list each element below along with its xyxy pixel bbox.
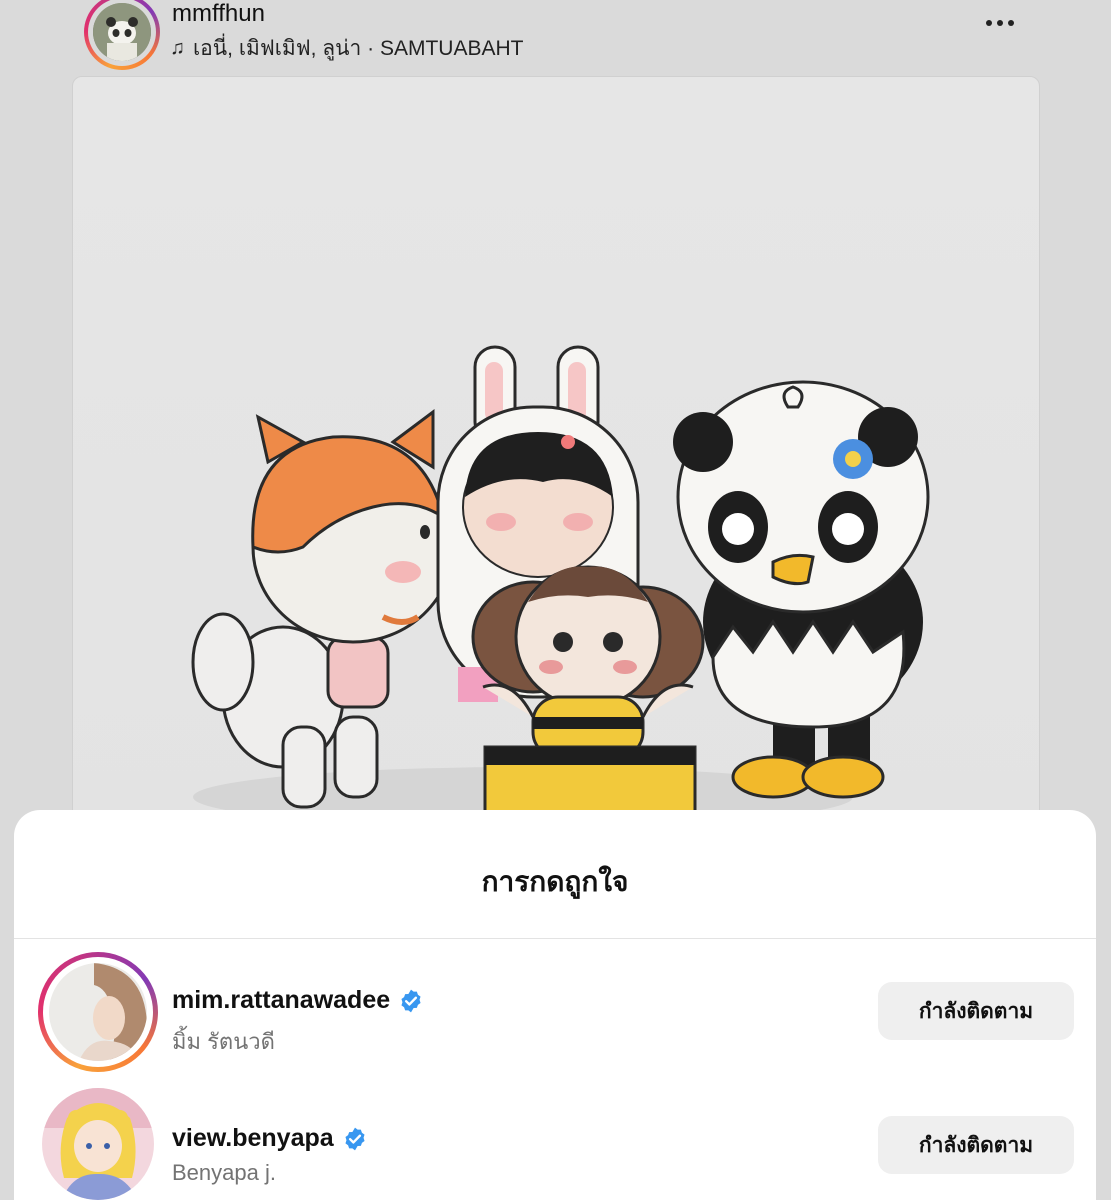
- following-button[interactable]: กำลังติดตาม: [878, 1116, 1074, 1174]
- more-options-icon[interactable]: [978, 8, 1022, 38]
- verified-badge-icon: [401, 989, 421, 1012]
- music-text: เอนี่, เมิฟเมิฟ, ลูน่า · SAMTUABAHT: [193, 37, 524, 60]
- list-item[interactable]: view.benyapa Benyapa j. กำลังติดตาม: [14, 1088, 1096, 1200]
- music-note-icon: ♫: [170, 37, 185, 59]
- avatar[interactable]: [42, 1088, 154, 1200]
- like-fullname: มิ้ม รัตนวดี: [172, 1029, 275, 1054]
- post-header: mmffhun ♫ เอนี่, เมิฟเมิฟ, ลูน่า · SAMTU…: [0, 0, 1111, 70]
- following-button[interactable]: กำลังติดตาม: [878, 982, 1074, 1040]
- like-fullname: Benyapa j.: [172, 1160, 276, 1185]
- post-author-avatar[interactable]: [84, 0, 160, 70]
- verified-badge-icon: [345, 1127, 365, 1150]
- dog-character: [471, 565, 705, 759]
- music-attribution[interactable]: ♫ เอนี่, เมิฟเมิฟ, ลูน่า · SAMTUABAHT: [170, 32, 523, 65]
- likes-sheet: การกดถูกใจ mim.rattanawadee มิ้ม รัตนวดี…: [14, 810, 1096, 1200]
- post-image[interactable]: [72, 76, 1040, 838]
- like-username[interactable]: mim.rattanawadee: [172, 986, 424, 1015]
- list-item[interactable]: mim.rattanawadee มิ้ม รัตนวดี กำลังติดตา…: [14, 952, 1096, 1072]
- likes-sheet-title: การกดถูกใจ: [481, 866, 629, 897]
- like-username[interactable]: view.benyapa: [172, 1124, 368, 1153]
- cat-character: [191, 409, 455, 809]
- divider: [14, 938, 1096, 939]
- illustration-characters: [191, 345, 930, 837]
- post-username[interactable]: mmffhun: [172, 0, 265, 28]
- panda-character: [673, 380, 930, 799]
- avatar[interactable]: [38, 952, 158, 1072]
